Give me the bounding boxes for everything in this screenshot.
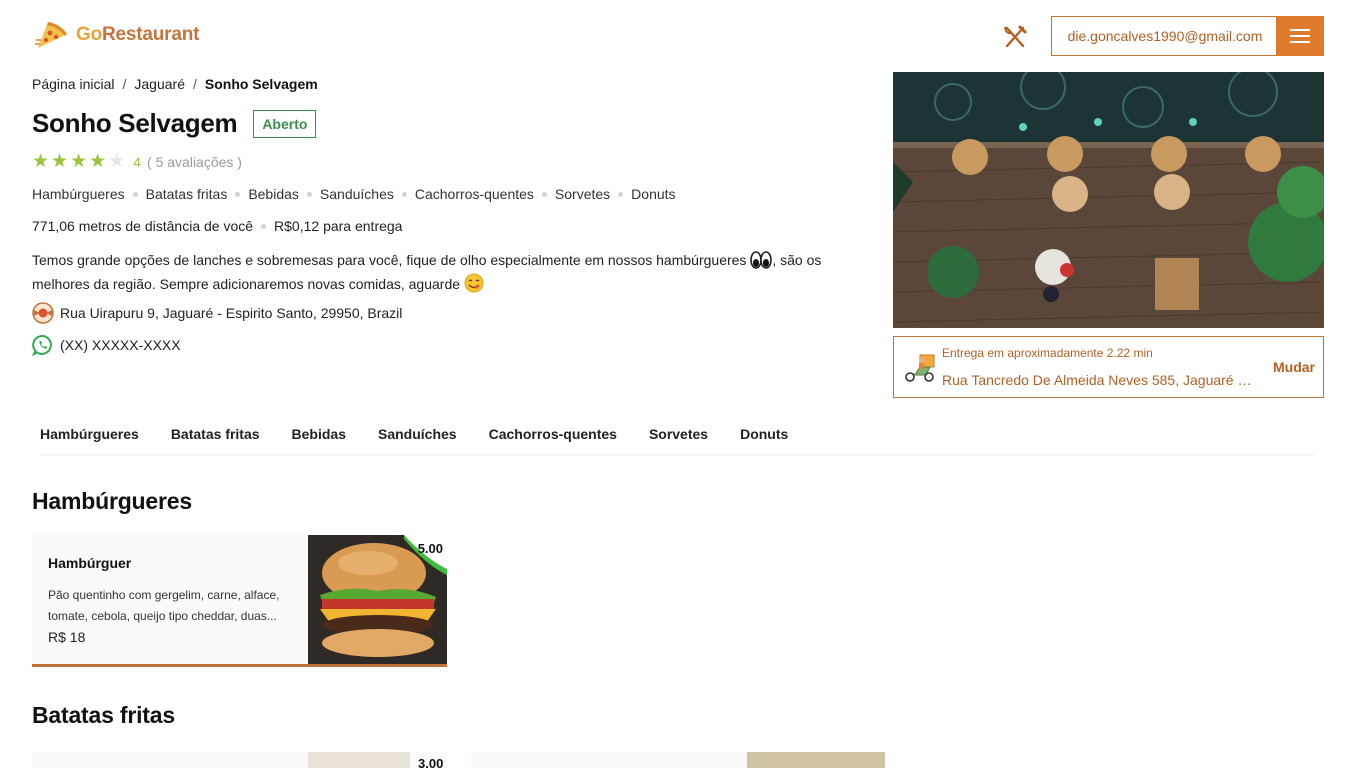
- delivery-info: Entrega em aproximadamente 2.22 min Rua …: [893, 336, 1324, 398]
- restaurant-title: Sonho Selvagem: [32, 108, 238, 138]
- restaurant-hero-image: [893, 72, 1324, 328]
- category-tabs: Hambúrgueres Batatas fritas Bebidas Sand…: [24, 416, 1324, 456]
- tabs-divider: [40, 454, 1314, 456]
- tab-bebidas[interactable]: Bebidas: [276, 416, 362, 456]
- user-email-button[interactable]: die.goncalves1990@gmail.com: [1051, 16, 1278, 56]
- menu-item-price: R$ 18: [48, 629, 86, 645]
- title-row: Sonho Selvagem Aberto: [32, 108, 317, 139]
- category-item: Batatas fritas: [145, 186, 228, 202]
- pizza-logo-icon: [35, 22, 67, 48]
- status-badge: Aberto: [253, 109, 317, 138]
- menu-item-description: Pão quentinho com gergelim, carne, alfac…: [48, 588, 280, 623]
- separator-dot: [401, 191, 407, 197]
- rating-score: 4: [133, 153, 142, 170]
- restaurant-photo: [893, 72, 1324, 328]
- restaurant-description: Temos grande opções de lanches e sobreme…: [32, 248, 822, 296]
- menu-item-card[interactable]: Hambúrguer Pão quentinho com gergelim, c…: [32, 535, 447, 667]
- logo[interactable]: GoRestaurant: [34, 18, 199, 52]
- logo-text-go: Go: [76, 24, 102, 45]
- star-icon: ★: [32, 151, 50, 172]
- tab-sorvetes[interactable]: Sorvetes: [633, 416, 724, 456]
- category-item: Sorvetes: [554, 186, 611, 202]
- category-item: Cachorros-quentes: [414, 186, 534, 202]
- phone-text[interactable]: (XX) XXXXX-XXXX: [60, 337, 181, 353]
- description-part-1: Temos grande opções de lanches e sobreme…: [32, 252, 747, 268]
- breadcrumb-current: Sonho Selvagem: [204, 76, 318, 92]
- menu-item-name: Hambúrguer: [48, 555, 132, 571]
- star-icon: ★: [70, 151, 88, 172]
- menu-item-card[interactable]: 3.00: [32, 752, 447, 768]
- distance-text: 771,06 metros de distância de você: [32, 218, 254, 234]
- whatsapp-icon: [32, 334, 52, 356]
- change-address-button[interactable]: Mudar: [1273, 359, 1315, 375]
- star-icon: ★: [89, 151, 107, 172]
- menu-button[interactable]: [1276, 16, 1324, 56]
- rating-count[interactable]: ( 5 avaliações ): [147, 154, 242, 170]
- yum-emoji-icon: [464, 273, 484, 293]
- menu-item-image: 5.00: [308, 535, 447, 664]
- location-pin-icon: [32, 302, 54, 324]
- tab-batatas-fritas[interactable]: Batatas fritas: [155, 416, 276, 456]
- tab-cachorros-quentes[interactable]: Cachorros-quentes: [473, 416, 633, 456]
- header: GoRestaurant die.goncalves1990@gmail.com: [0, 0, 1366, 72]
- breadcrumb-separator: /: [192, 76, 197, 92]
- section-title-hamburgueres: Hambúrgueres: [32, 488, 192, 514]
- section-title-batatas-fritas: Batatas fritas: [32, 702, 175, 728]
- separator-dot: [618, 191, 624, 197]
- hamburger-menu-icon: [1290, 29, 1310, 43]
- phone-row: (XX) XXXXX-XXXX: [32, 334, 181, 356]
- tab-hamburgueres[interactable]: Hambúrgueres: [24, 416, 155, 456]
- separator-dot: [306, 191, 312, 197]
- delivery-address: Rua Tancredo De Almeida Neves 585, Jagua…: [942, 372, 1252, 388]
- menu-item-rating: 3.00: [418, 756, 444, 768]
- category-list: Hambúrgueres Batatas fritas Bebidas Sand…: [32, 186, 676, 202]
- separator-dot: [132, 191, 138, 197]
- breadcrumb: Página inicial / Jaguaré / Sonho Selvage…: [32, 76, 318, 92]
- tab-sanduiches[interactable]: Sanduíches: [362, 416, 473, 456]
- menu-item-rating: 5.00: [417, 541, 443, 556]
- separator-dot: [235, 191, 241, 197]
- category-item: Sanduíches: [319, 186, 394, 202]
- category-item: Donuts: [631, 186, 676, 202]
- menu-item-image: [747, 752, 885, 768]
- tab-donuts[interactable]: Donuts: [724, 416, 804, 456]
- cutlery-icon[interactable]: [1002, 24, 1028, 50]
- star-icon: ★: [51, 151, 69, 172]
- delivery-eta: Entrega em aproximadamente 2.22 min: [942, 346, 1153, 360]
- category-item: Hambúrgueres: [32, 186, 125, 202]
- distance-row: 771,06 metros de distância de você R$0,1…: [32, 218, 402, 234]
- logo-text-restaurant: Restaurant: [102, 24, 200, 45]
- address-row: Rua Uirapuru 9, Jaguaré - Espirito Santo…: [32, 302, 402, 324]
- separator-dot: [261, 223, 267, 229]
- delivery-fee: R$0,12 para entrega: [274, 218, 403, 234]
- separator-dot: [541, 191, 547, 197]
- category-item: Bebidas: [248, 186, 299, 202]
- star-empty-icon: ★: [108, 151, 126, 172]
- delivery-scooter-icon: [905, 354, 935, 382]
- breadcrumb-separator: /: [122, 76, 127, 92]
- menu-item-card[interactable]: [471, 752, 885, 768]
- rating: ★ ★ ★ ★ ★ 4 ( 5 avaliações ): [32, 152, 242, 171]
- logo-text: GoRestaurant: [76, 24, 199, 46]
- breadcrumb-home[interactable]: Página inicial: [32, 76, 115, 92]
- eyes-emoji-icon: [750, 251, 773, 269]
- breadcrumb-city[interactable]: Jaguaré: [134, 76, 185, 92]
- menu-item-image: [308, 752, 410, 768]
- address-text: Rua Uirapuru 9, Jaguaré - Espirito Santo…: [60, 305, 403, 321]
